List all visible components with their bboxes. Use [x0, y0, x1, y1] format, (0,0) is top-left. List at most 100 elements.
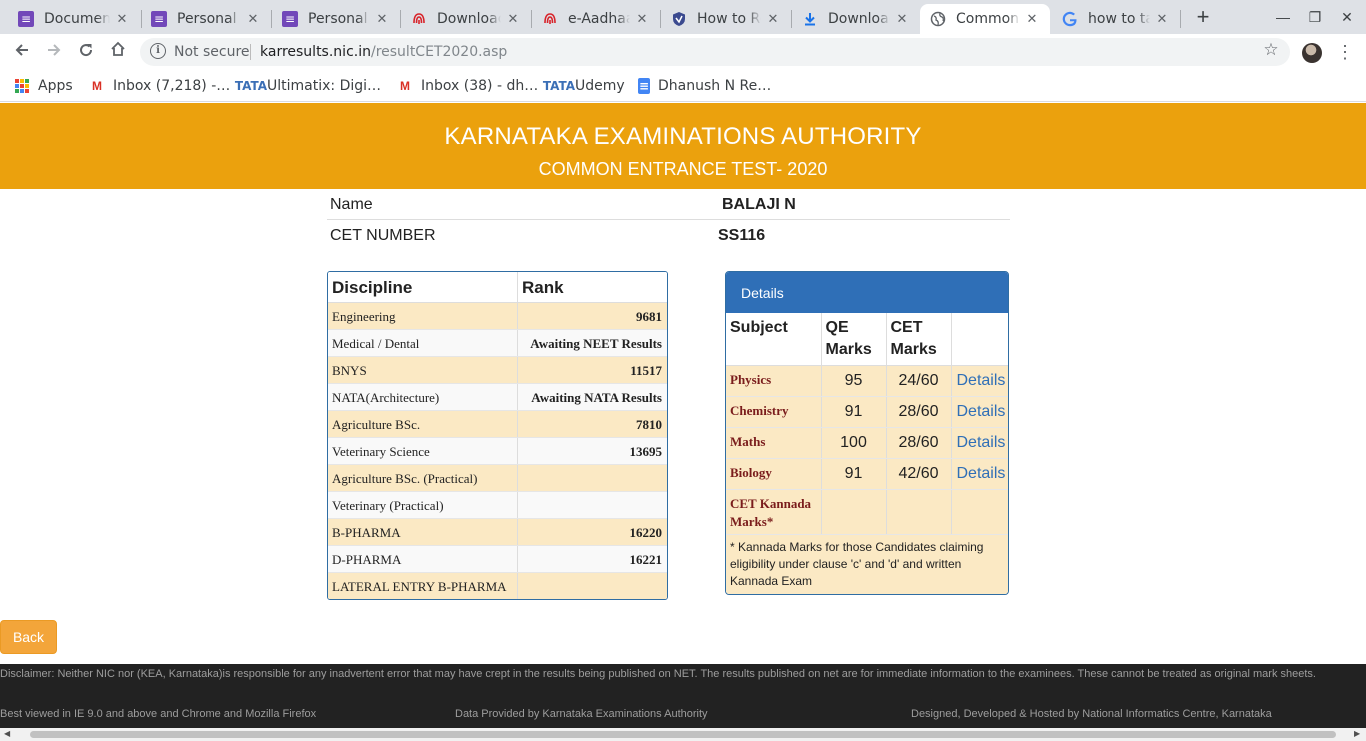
data-provider-text: Data Provided by Karnataka Examinations …	[455, 708, 708, 720]
table-row: Chemistry 91 28/60 Details	[726, 396, 1008, 428]
bookmark-inbox-1[interactable]: M Inbox (7,218) -…	[89, 76, 230, 96]
subject-cell: Chemistry	[726, 396, 822, 428]
subject-cell: CET Kannada Marks*	[726, 489, 822, 535]
close-icon[interactable]: ✕	[765, 12, 781, 27]
discipline-cell: BNYS	[328, 357, 518, 383]
profile-avatar[interactable]	[1302, 43, 1322, 63]
tab-download-aadhaar[interactable]: Downloac ✕	[401, 4, 531, 34]
page-title: KARNATAKA EXAMINATIONS AUTHORITY	[444, 123, 922, 150]
bookmark-dhanush[interactable]: ≡ Dhanush N Re…	[638, 76, 771, 96]
url-host: karresults.nic.in	[260, 44, 371, 60]
rank-rows: Engineering 9681 Medical / Dental Awaiting…	[328, 303, 667, 599]
bookmark-label: Inbox (7,218) -…	[113, 78, 231, 94]
table-row: BNYS 11517	[328, 357, 667, 384]
tab-common[interactable]: Common ✕	[920, 4, 1050, 34]
cet-marks-cell: 24/60	[886, 365, 952, 397]
close-icon[interactable]: ✕	[634, 12, 650, 27]
rank-cell: 7810	[636, 417, 662, 432]
tata-icon: TATA	[234, 79, 268, 93]
address-bar[interactable]: i Not secure karresults.nic.in/resultCET…	[140, 38, 1290, 66]
more-menu-icon[interactable]: ⋮	[1336, 40, 1354, 64]
close-icon[interactable]: ✕	[505, 12, 521, 27]
close-icon[interactable]: ✕	[374, 12, 390, 27]
back-button[interactable]: Back	[0, 620, 57, 654]
tab-document[interactable]: Documen ✕	[8, 4, 140, 34]
scroll-right-icon[interactable]: ▶	[1354, 729, 1360, 738]
bookmark-udemy[interactable]: TATA Udemy	[542, 76, 625, 96]
tab-title: Personal c	[177, 11, 241, 27]
rank-cell: 16220	[629, 525, 663, 540]
home-icon[interactable]	[106, 40, 130, 64]
footer: Disclaimer: Neither NIC nor (KEA, Karnat…	[0, 664, 1366, 728]
bookmark-inbox-2[interactable]: M Inbox (38) - dh…	[397, 76, 538, 96]
table-row: NATA(Architecture) Awaiting NATA Results	[328, 384, 667, 411]
discipline-cell: Agriculture BSc.	[328, 411, 518, 437]
rank-header: Rank	[522, 278, 564, 297]
page-subtitle: COMMON ENTRANCE TEST- 2020	[538, 159, 828, 179]
bookmark-star-icon[interactable]: ☆	[1262, 41, 1280, 59]
close-icon[interactable]: ✕	[114, 12, 130, 27]
docs-icon: ≡	[638, 78, 650, 94]
rank-table: Discipline Rank Engineering 9681 Medical …	[327, 271, 668, 600]
scroll-left-icon[interactable]: ◀	[4, 729, 10, 738]
table-row: CET Kannada Marks*	[726, 489, 1008, 535]
gmail-icon: M	[92, 79, 102, 93]
restore-button[interactable]: ❐	[1303, 6, 1327, 28]
bookmark-ultimatix[interactable]: TATA Ultimatix: Digi…	[234, 76, 381, 96]
table-row: Veterinary Science 13695	[328, 438, 667, 465]
details-link[interactable]: Details	[951, 396, 1008, 428]
tab-personal-1[interactable]: Personal c ✕	[141, 4, 271, 34]
tab-google[interactable]: how to ta ✕	[1052, 4, 1180, 34]
tab-personal-2[interactable]: Personal c ✕	[272, 4, 400, 34]
horizontal-scrollbar[interactable]: ◀ ▶	[0, 728, 1366, 741]
url-text: karresults.nic.in/resultCET2020.asp	[260, 44, 507, 60]
details-link[interactable]: Details	[951, 458, 1008, 490]
tata-icon: TATA	[542, 79, 576, 93]
tab-strip: Documen ✕ Personal c ✕ Personal c ✕ Down…	[0, 0, 1366, 34]
discipline-cell: Agriculture BSc. (Practical)	[328, 465, 518, 491]
rank-cell	[518, 465, 667, 491]
close-icon[interactable]: ✕	[894, 12, 910, 27]
disclaimer-text: Disclaimer: Neither NIC nor (KEA, Karnat…	[0, 668, 1316, 680]
forward-arrow-icon[interactable]	[42, 40, 66, 64]
cet-marks-cell	[886, 489, 952, 535]
scroll-thumb[interactable]	[30, 731, 1336, 738]
cet-marks-cell: 28/60	[886, 396, 952, 428]
tab-download[interactable]: Downloac ✕	[792, 4, 920, 34]
tab-title: e-Aadhaar	[568, 11, 630, 27]
back-arrow-icon[interactable]	[10, 40, 34, 64]
subject-cell: Physics	[726, 365, 822, 397]
window-close-button[interactable]: ✕	[1335, 6, 1359, 28]
discipline-header: Discipline	[328, 272, 518, 302]
reload-icon[interactable]	[74, 40, 98, 64]
tab-how-to-re[interactable]: How to Re ✕	[661, 4, 791, 34]
bookmark-label: Udemy	[575, 78, 625, 94]
details-link[interactable]: Details	[951, 427, 1008, 459]
new-tab-button[interactable]: +	[1190, 6, 1216, 30]
aadhaar-icon	[542, 11, 558, 27]
tab-e-aadhaar[interactable]: e-Aadhaar ✕	[532, 4, 660, 34]
qe-marks-cell	[821, 489, 887, 535]
details-link	[951, 489, 1008, 535]
details-panel: Details Subject QE Marks CET Marks Physi…	[725, 271, 1009, 595]
table-row: Engineering 9681	[328, 303, 667, 330]
minimize-button[interactable]: —	[1271, 6, 1295, 28]
close-icon[interactable]: ✕	[245, 12, 261, 27]
close-icon[interactable]: ✕	[1154, 12, 1170, 27]
forms-icon	[151, 11, 167, 27]
subject-cell: Maths	[726, 427, 822, 459]
close-icon[interactable]: ✕	[1024, 12, 1040, 27]
discipline-cell: LATERAL ENTRY B-PHARMA	[328, 573, 518, 599]
bookmarks-bar: Apps M Inbox (7,218) -… TATA Ultimatix: …	[0, 70, 1366, 102]
security-status: Not secure	[174, 44, 250, 60]
details-link[interactable]: Details	[951, 365, 1008, 397]
table-row: Biology 91 42/60 Details	[726, 458, 1008, 490]
link-header	[951, 313, 1008, 366]
rank-cell: 11517	[630, 363, 662, 378]
bookmark-apps[interactable]: Apps	[14, 76, 73, 96]
table-row: B-PHARMA 16220	[328, 519, 667, 546]
table-row: Agriculture BSc. 7810	[328, 411, 667, 438]
candidate-info: Name BALAJI N CET NUMBER SS116	[327, 189, 1010, 251]
info-icon[interactable]: i	[150, 43, 166, 59]
browser-toolbar: i Not secure karresults.nic.in/resultCET…	[0, 34, 1366, 70]
